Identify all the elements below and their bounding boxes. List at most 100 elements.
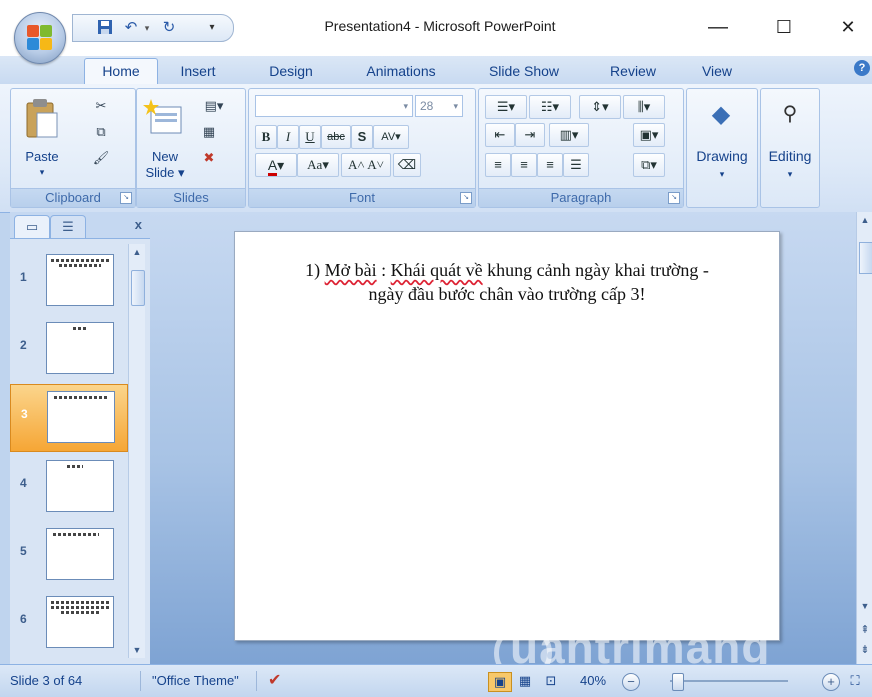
- slide-text-box[interactable]: 1) Mở bài : Khái quát về khung cảnh ngày…: [235, 258, 779, 306]
- previous-slide-icon[interactable]: ⇞: [857, 622, 872, 638]
- font-size-combo[interactable]: 28 ▾: [415, 95, 463, 117]
- slide-thumbnail-2[interactable]: 2: [10, 316, 126, 382]
- bullets-icon[interactable]: ☰▾: [485, 95, 527, 119]
- layout-icon[interactable]: ▤▾: [199, 97, 229, 115]
- scroll-up-icon[interactable]: ▲: [129, 244, 145, 260]
- undo-dropdown-icon[interactable]: ▾: [141, 19, 153, 37]
- slide-thumbnail-4[interactable]: 4: [10, 454, 126, 520]
- font-name-dropdown-icon[interactable]: ▾: [403, 96, 408, 116]
- customize-qat-icon[interactable]: ▾: [205, 19, 219, 37]
- tab-slide-show[interactable]: Slide Show: [476, 59, 572, 83]
- change-case-button[interactable]: Aa▾: [297, 153, 339, 177]
- zoom-in-icon[interactable]: +: [822, 673, 840, 691]
- tab-home[interactable]: Home: [84, 58, 158, 85]
- font-color-button[interactable]: A▾: [255, 153, 297, 177]
- maximize-button[interactable]: ☐: [764, 14, 804, 40]
- columns-icon[interactable]: ▥▾: [549, 123, 589, 147]
- normal-view-icon[interactable]: ▣: [488, 672, 512, 692]
- copy-icon[interactable]: ⧉: [91, 123, 111, 141]
- binoculars-icon[interactable]: ⚲: [775, 99, 805, 129]
- tab-design[interactable]: Design: [256, 59, 326, 83]
- slide-thumbnail-3[interactable]: 3: [10, 384, 128, 452]
- slide-thumbnail-1[interactable]: 1: [10, 248, 126, 314]
- drawing-icon[interactable]: ◆: [705, 99, 737, 131]
- slide-thumbnail-5[interactable]: 5: [10, 522, 126, 588]
- next-slide-icon[interactable]: ⇟: [857, 642, 872, 658]
- tab-insert[interactable]: Insert: [170, 59, 226, 83]
- clipboard-launcher-icon[interactable]: ↘: [120, 192, 132, 204]
- tab-slides-view[interactable]: ▭: [14, 215, 50, 238]
- delete-slide-icon[interactable]: ✖: [199, 149, 219, 167]
- scroll-down-icon[interactable]: ▼: [129, 642, 145, 658]
- spelling-check-icon[interactable]: ✔: [268, 665, 281, 697]
- zoom-slider-track[interactable]: [670, 680, 788, 682]
- font-name-combo[interactable]: ▾: [255, 95, 413, 117]
- paste-dropdown-icon[interactable]: ▾: [17, 165, 67, 180]
- zoom-out-icon[interactable]: −: [622, 673, 640, 691]
- office-button[interactable]: [14, 12, 66, 64]
- undo-icon[interactable]: ↶: [121, 19, 141, 37]
- current-slide[interactable]: 1) Mở bài : Khái quát về khung cảnh ngày…: [234, 231, 780, 641]
- underline-button[interactable]: U: [299, 125, 321, 149]
- close-button[interactable]: ✕: [828, 14, 868, 40]
- reset-icon[interactable]: ▦: [199, 123, 219, 141]
- scroll-down-icon[interactable]: ▼: [857, 598, 872, 614]
- italic-button[interactable]: I: [277, 125, 299, 149]
- slide-sorter-icon[interactable]: ▦: [514, 665, 536, 697]
- new-slide-icon[interactable]: [143, 97, 183, 137]
- quick-access-toolbar: ↶ ▾ ↻ ▾: [72, 14, 234, 42]
- font-launcher-icon[interactable]: ↘: [460, 192, 472, 204]
- align-right-icon[interactable]: ≡: [537, 153, 563, 177]
- char-spacing-button[interactable]: AV▾: [373, 125, 409, 149]
- theme-status[interactable]: "Office Theme": [152, 665, 239, 697]
- paste-button-label[interactable]: Paste: [17, 149, 67, 164]
- zoom-slider-knob[interactable]: [672, 673, 684, 691]
- status-bar: Slide 3 of 64 "Office Theme" ✔ ▣ ▦ ⊡ 40%…: [0, 664, 872, 697]
- new-slide-label[interactable]: New: [141, 149, 189, 164]
- slide-thumbnail-6[interactable]: 6: [10, 590, 126, 656]
- panel-scrollbar[interactable]: ▲ ▼: [128, 244, 145, 658]
- scroll-thumb[interactable]: [131, 270, 145, 306]
- redo-icon[interactable]: ↻: [159, 19, 179, 37]
- editing-group: ⚲ Editing ▾: [760, 88, 820, 208]
- slide-show-icon[interactable]: ⊡: [540, 665, 562, 697]
- line-spacing-icon[interactable]: ⇕▾: [579, 95, 621, 119]
- new-slide-label-2[interactable]: Slide ▾: [141, 165, 189, 180]
- font-size-dropdown-icon[interactable]: ▾: [453, 96, 458, 116]
- editing-dropdown-icon[interactable]: ▾: [761, 167, 819, 182]
- drawing-dropdown-icon[interactable]: ▾: [687, 167, 757, 182]
- bold-button[interactable]: B: [255, 125, 277, 149]
- shadow-button[interactable]: S: [351, 125, 373, 149]
- paste-icon[interactable]: [25, 97, 59, 139]
- align-left-icon[interactable]: ≡: [485, 153, 511, 177]
- align-center-icon[interactable]: ≡: [511, 153, 537, 177]
- editing-button-label[interactable]: Editing: [761, 149, 819, 164]
- text-direction-icon[interactable]: ⫼▾: [623, 95, 665, 119]
- tab-animations[interactable]: Animations: [352, 59, 450, 83]
- grow-shrink-font-button[interactable]: A˄ A˅: [341, 153, 391, 177]
- paragraph-launcher-icon[interactable]: ↘: [668, 192, 680, 204]
- format-painter-icon[interactable]: 🖌: [91, 149, 111, 167]
- tab-outline-view[interactable]: ☰: [50, 215, 86, 238]
- slide-scrollbar[interactable]: ▲ ▼ ⇞ ⇟: [856, 212, 872, 664]
- slide-scroll-thumb[interactable]: [859, 242, 872, 274]
- tab-review[interactable]: Review: [598, 59, 668, 83]
- cut-icon[interactable]: ✂: [91, 97, 111, 115]
- strikethrough-button[interactable]: abc: [321, 125, 351, 149]
- save-icon[interactable]: [95, 19, 115, 37]
- zoom-level[interactable]: 40%: [580, 665, 606, 697]
- justify-icon[interactable]: ☰: [563, 153, 589, 177]
- scroll-up-icon[interactable]: ▲: [857, 212, 872, 228]
- increase-indent-icon[interactable]: ⇥: [515, 123, 545, 147]
- tab-view[interactable]: View: [690, 59, 744, 83]
- clear-formatting-icon[interactable]: ⌫: [393, 153, 421, 177]
- align-text-icon[interactable]: ▣▾: [633, 123, 665, 147]
- numbering-icon[interactable]: ☷▾: [529, 95, 571, 119]
- drawing-button-label[interactable]: Drawing: [687, 149, 757, 164]
- close-panel-icon[interactable]: x: [135, 217, 142, 232]
- decrease-indent-icon[interactable]: ⇤: [485, 123, 515, 147]
- fit-to-window-icon[interactable]: ⛶: [846, 665, 864, 697]
- help-icon[interactable]: ?: [854, 60, 870, 76]
- minimize-button[interactable]: —: [698, 14, 738, 40]
- smartart-icon[interactable]: ⧉▾: [633, 153, 665, 177]
